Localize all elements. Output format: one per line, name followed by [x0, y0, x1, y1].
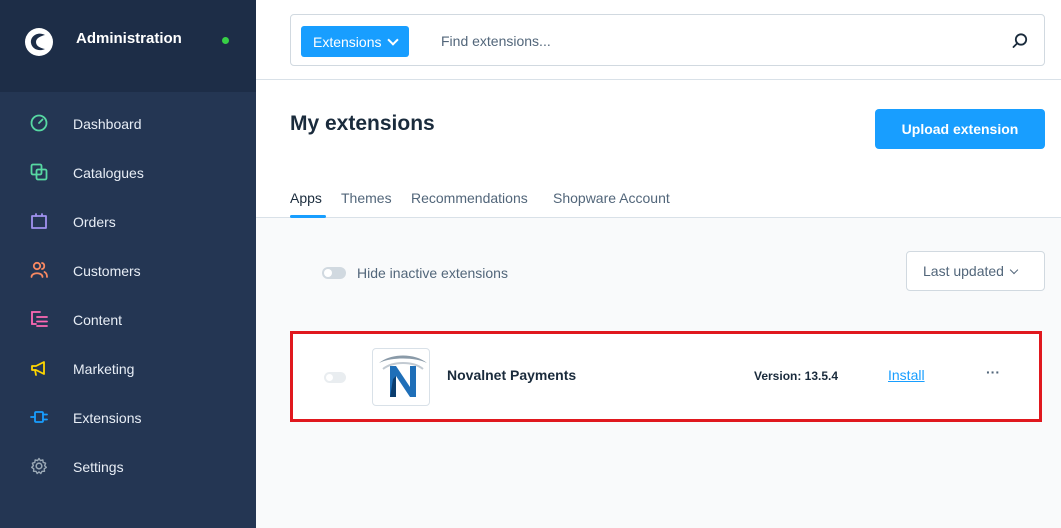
extensions-icon	[30, 411, 48, 423]
tab-apps[interactable]: Apps	[290, 190, 322, 206]
search-scope-button[interactable]: Extensions	[301, 26, 410, 57]
sidebar-item-label: Content	[73, 312, 123, 328]
sidebar-item-label: Customers	[73, 263, 141, 279]
extension-card: Novalnet Payments Version: 13.5.4 Instal…	[290, 331, 1042, 422]
sidebar-header: Administration	[0, 0, 256, 92]
chevron-down-icon	[1009, 265, 1019, 274]
tab-shopware-account[interactable]: Shopware Account	[553, 190, 670, 206]
settings-icon	[31, 457, 47, 475]
extension-name: Novalnet Payments	[447, 367, 577, 383]
orders-icon	[31, 213, 47, 229]
marketing-icon	[31, 361, 45, 376]
online-status-dot	[222, 37, 229, 44]
sidebar-item-orders[interactable]: Orders	[0, 198, 256, 244]
hide-inactive-label: Hide inactive extensions	[357, 265, 508, 281]
toggle-knob	[324, 269, 332, 277]
more-options-icon[interactable]: ···	[983, 364, 1003, 384]
global-search: Extensions	[290, 14, 1045, 66]
search-bar: Extensions	[256, 0, 1061, 80]
app-title: Administration	[76, 30, 182, 47]
sidebar-item-label: Dashboard	[73, 116, 142, 132]
sidebar-item-label: Marketing	[73, 361, 135, 377]
sidebar: Administration Dashboard Catalogues Orde…	[0, 0, 256, 528]
sidebar-item-label: Extensions	[73, 410, 142, 426]
search-scope-label: Extensions	[313, 33, 382, 50]
dashboard-icon	[30, 114, 48, 132]
tab-recommendations[interactable]: Recommendations	[411, 190, 528, 206]
page-title: My extensions	[290, 112, 435, 135]
tab-themes[interactable]: Themes	[341, 190, 392, 206]
extensions-content: Hide inactive extensions Last updated No…	[256, 218, 1061, 528]
main-area: Extensions My extensions Upload extensio…	[256, 0, 1061, 528]
sort-select[interactable]: Last updated	[906, 251, 1045, 291]
toggle-knob	[326, 374, 333, 381]
sort-select-value: Last updated	[923, 263, 1004, 279]
sidebar-item-label: Settings	[73, 459, 124, 475]
sidebar-item-catalogues[interactable]: Catalogues	[0, 149, 256, 195]
sidebar-item-marketing[interactable]: Marketing	[0, 345, 256, 391]
sidebar-item-customers[interactable]: Customers	[0, 247, 256, 293]
sidebar-item-label: Orders	[73, 214, 116, 230]
sidebar-item-dashboard[interactable]: Dashboard	[0, 100, 256, 146]
shopware-logo-icon[interactable]	[24, 27, 54, 57]
chevron-down-icon	[387, 33, 400, 46]
customers-icon	[30, 261, 48, 278]
extension-version: Version: 13.5.4	[754, 369, 839, 383]
catalogues-icon	[30, 163, 48, 181]
hide-inactive-toggle[interactable]	[322, 267, 346, 279]
install-link[interactable]: Install	[888, 367, 925, 383]
content-icon	[31, 311, 48, 327]
tab-bar: Apps Themes Recommendations Shopware Acc…	[256, 186, 1061, 218]
search-input[interactable]	[441, 29, 981, 53]
sidebar-item-settings[interactable]: Settings	[0, 443, 256, 489]
search-icon[interactable]	[1010, 31, 1030, 51]
sidebar-item-label: Catalogues	[73, 165, 144, 181]
sidebar-item-content[interactable]: Content	[0, 296, 256, 342]
extension-active-toggle[interactable]	[324, 372, 346, 383]
sidebar-item-extensions[interactable]: Extensions	[0, 394, 256, 440]
novalnet-logo-icon	[372, 348, 430, 406]
upload-extension-button[interactable]: Upload extension	[875, 109, 1045, 149]
